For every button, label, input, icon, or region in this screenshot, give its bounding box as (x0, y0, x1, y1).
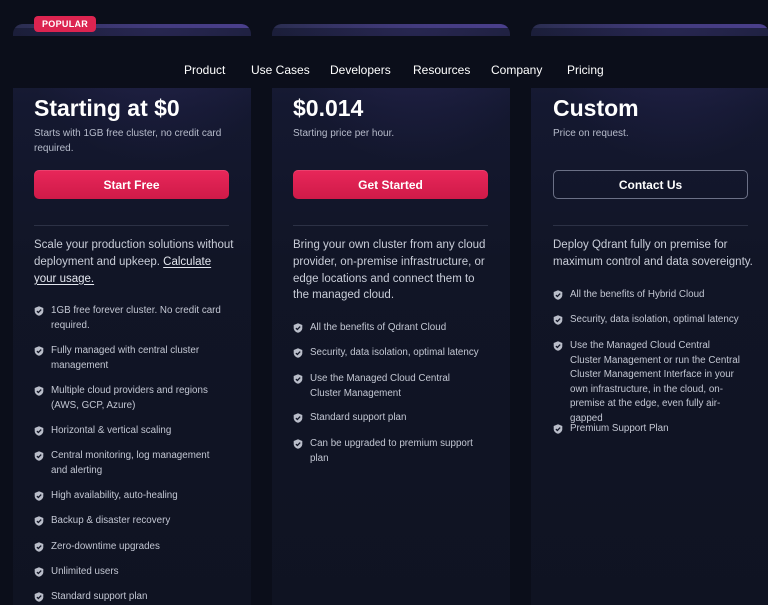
feature-text: Backup & disaster recovery (51, 515, 171, 526)
feature-item: Central monitoring, log management and a… (34, 449, 224, 478)
feature-item: Multiple cloud providers and regions (AW… (34, 384, 224, 413)
divider (293, 225, 488, 226)
nav-item-product[interactable]: Product (184, 63, 225, 77)
feature-text: Zero-downtime upgrades (51, 541, 160, 552)
check-shield-icon (293, 323, 303, 333)
feature-item: Horizontal & vertical scaling (34, 424, 224, 439)
divider (34, 225, 229, 226)
feature-text: Horizontal & vertical scaling (51, 425, 172, 436)
plan-price-subtitle: Starting price per hour. (293, 128, 395, 139)
nav-item-resources[interactable]: Resources (413, 63, 470, 77)
feature-item: Use the Managed Cloud Central Cluster Ma… (293, 372, 483, 401)
nav-item-company[interactable]: Company (491, 63, 542, 77)
check-shield-icon (34, 567, 44, 577)
feature-item: Can be upgraded to premium support plan (293, 437, 483, 466)
feature-text: All the benefits of Qdrant Cloud (310, 322, 447, 333)
feature-item: 1GB free forever cluster. No credit card… (34, 304, 224, 333)
feature-text: Standard support plan (51, 591, 148, 602)
check-shield-icon (293, 374, 303, 384)
feature-text: Unlimited users (51, 566, 119, 577)
feature-item: Backup & disaster recovery (34, 514, 224, 529)
feature-text: Security, data isolation, optimal latenc… (310, 347, 479, 358)
feature-text: Use the Managed Cloud Central Cluster Ma… (310, 373, 450, 399)
feature-text: Standard support plan (310, 412, 407, 423)
plan-price-subtitle: Price on request. (553, 128, 629, 139)
contact-us-button[interactable]: Contact Us (553, 170, 748, 199)
feature-text: Fully managed with central cluster manag… (51, 345, 200, 371)
top-navigation: Product Use Cases Developers Resources C… (0, 36, 768, 88)
check-shield-icon (553, 315, 563, 325)
check-shield-icon (553, 341, 563, 351)
check-shield-icon (34, 346, 44, 356)
feature-item: Security, data isolation, optimal latenc… (553, 313, 743, 328)
check-shield-icon (34, 306, 44, 316)
check-shield-icon (293, 439, 303, 449)
feature-item: Unlimited users (34, 565, 224, 580)
feature-text: Security, data isolation, optimal latenc… (570, 314, 739, 325)
feature-text: Can be upgraded to premium support plan (310, 438, 473, 464)
nav-item-use-cases[interactable]: Use Cases (251, 63, 310, 77)
feature-text: All the benefits of Hybrid Cloud (570, 289, 705, 300)
plan-price: Starting at $0 (34, 95, 180, 121)
feature-text: High availability, auto-healing (51, 490, 178, 501)
feature-text: 1GB free forever cluster. No credit card… (51, 305, 221, 331)
divider (553, 225, 748, 226)
feature-text: Use the Managed Cloud Central Cluster Ma… (570, 340, 740, 424)
check-shield-icon (34, 426, 44, 436)
check-shield-icon (293, 413, 303, 423)
plan-description: Scale your production solutions without … (34, 237, 234, 287)
plan-description: Bring your own cluster from any cloud pr… (293, 239, 486, 302)
feature-item: Fully managed with central cluster manag… (34, 344, 224, 373)
feature-item: Security, data isolation, optimal latenc… (293, 346, 483, 361)
feature-item: High availability, auto-healing (34, 489, 224, 504)
start-free-button[interactable]: Start Free (34, 170, 229, 199)
check-shield-icon (34, 491, 44, 501)
feature-item: Zero-downtime upgrades (34, 540, 224, 555)
feature-text: Multiple cloud providers and regions (AW… (51, 385, 208, 411)
feature-item: Standard support plan (34, 590, 224, 605)
feature-item: All the benefits of Hybrid Cloud (553, 288, 743, 303)
nav-item-developers[interactable]: Developers (330, 63, 391, 77)
plan-price: $0.014 (293, 95, 364, 121)
get-started-button[interactable]: Get Started (293, 170, 488, 199)
feature-item: All the benefits of Qdrant Cloud (293, 321, 483, 336)
plan-description: Deploy Qdrant fully on premise for maxim… (553, 239, 753, 268)
plan-price-subtitle: Starts with 1GB free cluster, no credit … (34, 128, 222, 154)
feature-item: Premium Support Plan (553, 422, 743, 437)
popular-badge: POPULAR (34, 16, 97, 32)
check-shield-icon (34, 592, 44, 602)
feature-item: Standard support plan (293, 411, 483, 426)
feature-item: Use the Managed Cloud Central Cluster Ma… (553, 339, 743, 426)
check-shield-icon (553, 424, 563, 434)
check-shield-icon (34, 386, 44, 396)
check-shield-icon (34, 516, 44, 526)
check-shield-icon (553, 290, 563, 300)
plan-price: Custom (553, 95, 639, 121)
feature-text: Central monitoring, log management and a… (51, 450, 210, 476)
check-shield-icon (34, 451, 44, 461)
nav-item-pricing[interactable]: Pricing (567, 63, 604, 77)
check-shield-icon (34, 542, 44, 552)
check-shield-icon (293, 348, 303, 358)
feature-text: Premium Support Plan (570, 423, 669, 434)
